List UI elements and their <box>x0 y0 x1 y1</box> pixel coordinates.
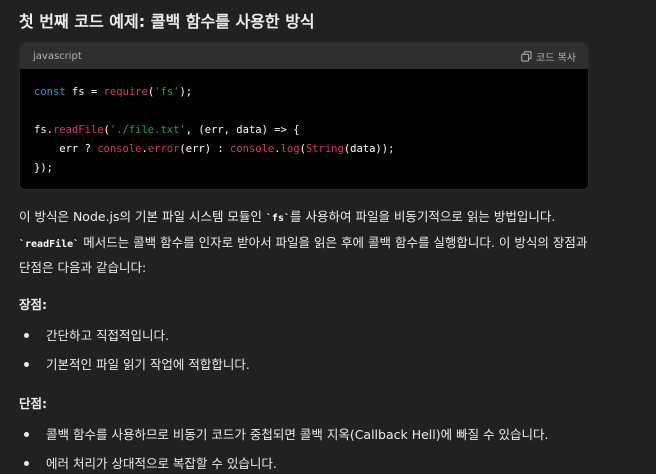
pros-label: 장점: <box>19 296 47 312</box>
code-token: error <box>147 143 180 155</box>
code-token: console <box>230 143 275 155</box>
code-token: const <box>34 86 66 98</box>
list-item: 에러 처리가 상대적으로 복잡할 수 있습니다. <box>19 449 636 474</box>
cons-list: 콜백 함수를 사용하므로 비동기 코드가 중첩되면 콜백 지옥(Callback… <box>19 420 636 474</box>
code-token: log <box>280 143 300 155</box>
code-content[interactable]: const fs = require('fs'); fs.readFile('.… <box>20 69 588 178</box>
code-token: ); <box>179 86 193 98</box>
code-token: 'fs' <box>154 86 180 98</box>
code-token: (data)); <box>343 143 395 155</box>
code-token: fs. <box>34 124 53 136</box>
code-token: , (err, data) => { <box>185 124 300 136</box>
copy-code-label: 코드 복사 <box>536 52 576 64</box>
code-block: javascript 코드 복사 const fs = require('fs'… <box>19 42 589 190</box>
cons-label: 단점: <box>19 395 47 411</box>
code-token: './file.txt' <box>109 124 186 136</box>
code-token: String <box>305 143 344 155</box>
code-token: }); <box>34 162 53 174</box>
inline-code-readfile: `readFile` <box>19 238 80 250</box>
code-line: const fs = require('fs'); <box>34 83 574 102</box>
section-title: 첫 번째 코드 예제: 콜백 함수를 사용한 방식 <box>19 12 315 31</box>
code-token: readFile <box>52 124 104 136</box>
description-text-3: 메서드는 콜백 함수를 인자로 받아서 파일을 읽은 후에 콜백 함수를 실행합… <box>19 234 588 276</box>
copy-code-button[interactable]: 코드 복사 <box>521 49 576 64</box>
code-token: console <box>97 143 142 155</box>
code-line: err ? console.error(err) : console.log(S… <box>34 140 574 159</box>
code-token: err ? <box>34 143 98 155</box>
code-block-header: javascript 코드 복사 <box>20 43 588 69</box>
pros-list: 간단하고 직접적입니다. 기본적인 파일 읽기 작업에 적합합니다. <box>19 321 636 379</box>
inline-code-fs: `fs` <box>265 213 290 224</box>
copy-icon <box>521 50 532 62</box>
description-text-2: 를 사용하여 파일을 비동기적으로 읽는 방법입니다. <box>290 209 556 224</box>
code-language-label: javascript <box>33 50 82 62</box>
chat-message: 첫 번째 코드 예제: 콜백 함수를 사용한 방식 javascript 코드 … <box>0 0 656 474</box>
list-item: 간단하고 직접적입니다. <box>19 321 636 350</box>
code-line: fs.readFile('./file.txt', (err, data) =>… <box>34 121 574 140</box>
description-text-1: 이 방식은 Node.js의 기본 파일 시스템 모듈인 <box>19 209 266 224</box>
code-token: fs = <box>65 86 104 98</box>
code-token: require <box>103 86 148 98</box>
list-item: 콜백 함수를 사용하므로 비동기 코드가 중첩되면 콜백 지옥(Callback… <box>19 420 636 449</box>
code-token: (err) : <box>179 143 230 155</box>
list-item: 기본적인 파일 읽기 작업에 적합합니다. <box>19 350 636 379</box>
code-line: }); <box>34 159 574 178</box>
description-paragraph: 이 방식은 Node.js의 기본 파일 시스템 모듈인 `fs`를 사용하여 … <box>19 205 599 280</box>
